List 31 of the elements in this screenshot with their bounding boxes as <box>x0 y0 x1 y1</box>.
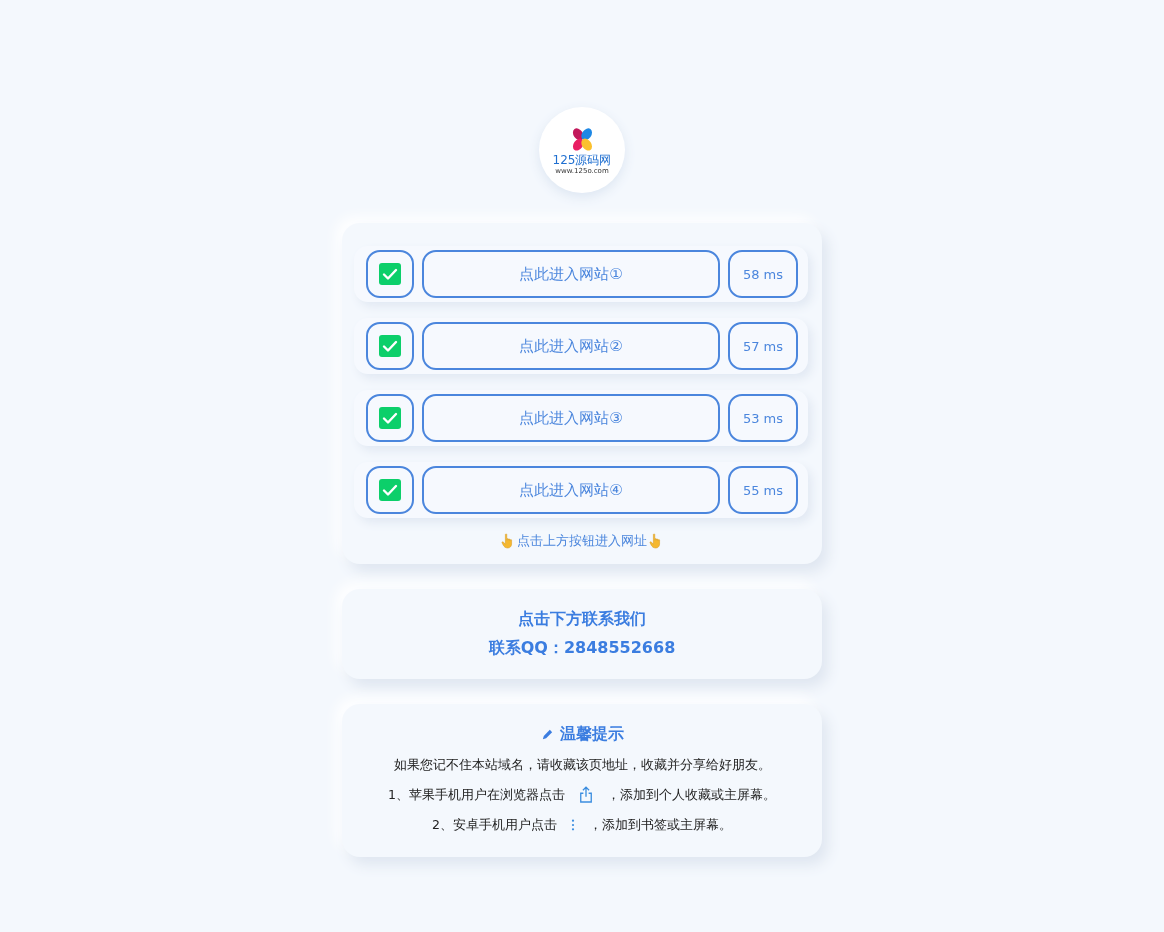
latency-badge: 57 ms <box>728 322 798 370</box>
checkbox[interactable] <box>366 322 414 370</box>
contact-qq: 联系QQ：2848552668 <box>488 638 676 659</box>
checkbox[interactable] <box>366 250 414 298</box>
checkbox[interactable] <box>366 394 414 442</box>
latency-badge: 55 ms <box>728 466 798 514</box>
pencil-icon <box>540 728 554 741</box>
logo-name: 125源码网 <box>552 152 612 167</box>
site-link-button[interactable]: 点此进入网站④ <box>422 466 720 514</box>
site-link-button[interactable]: 点此进入网站① <box>422 250 720 298</box>
pointing-hand-icon <box>501 533 515 549</box>
check-icon <box>379 479 401 501</box>
share-icon <box>578 786 593 804</box>
latency-badge: 53 ms <box>728 394 798 442</box>
tips-title: 温馨提示 <box>559 724 624 745</box>
check-icon <box>379 263 401 285</box>
tip-text: 如果您记不住本站域名，请收藏该页地址，收藏并分享给好朋友。 <box>393 756 771 774</box>
contact-title: 点击下方联系我们 <box>518 609 646 630</box>
pointing-hand-icon <box>649 533 663 549</box>
check-icon <box>379 407 401 429</box>
tip-text: 1、苹果手机用户在浏览器点击 <box>388 786 565 804</box>
more-icon <box>570 819 575 831</box>
check-icon <box>379 335 401 357</box>
site-link-button[interactable]: 点此进入网站② <box>422 322 720 370</box>
checkbox[interactable] <box>366 466 414 514</box>
tip-text: ，添加到书签或主屏幕。 <box>588 816 732 834</box>
tip-text: ，添加到个人收藏或主屏幕。 <box>606 786 776 804</box>
latency-badge: 58 ms <box>728 250 798 298</box>
tip-text: 2、安卓手机用户点击 <box>432 816 557 834</box>
site-link-button[interactable]: 点此进入网站③ <box>422 394 720 442</box>
hint-text: 点击上方按钮进入网址 <box>517 532 647 550</box>
